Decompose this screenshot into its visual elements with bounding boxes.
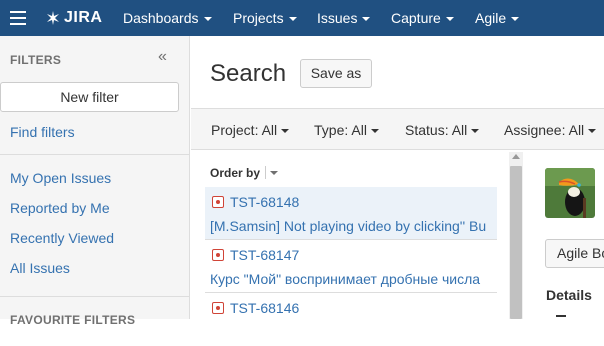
filters-sidebar: FILTERS « New filter Find filters My Ope… (0, 36, 190, 327)
details-bullet (556, 315, 566, 317)
filter-all-issues[interactable]: All Issues (10, 260, 70, 276)
app-switcher-menu-icon[interactable] (10, 11, 26, 25)
bug-type-icon (212, 196, 224, 208)
scroll-up-arrow-icon[interactable] (512, 154, 520, 159)
chevron-down-icon (370, 129, 379, 134)
type-filter-label: Type: (314, 122, 349, 138)
status-filter-dropdown[interactable]: Status: All (405, 122, 480, 138)
jira-logo-text: JIRA (64, 9, 103, 26)
order-by-divider (265, 166, 266, 179)
chevron-down-icon (511, 17, 520, 22)
bug-type-icon (212, 249, 224, 261)
top-nav-bar: JIRA Dashboards Projects Issues Capture … (0, 0, 604, 36)
scrollbar-thumb[interactable] (510, 166, 522, 319)
jira-logo[interactable]: JIRA (45, 8, 102, 28)
nav-agile-label: Agile (475, 10, 507, 26)
issue-list-scrollbar[interactable] (509, 152, 523, 319)
chevron-down-icon (471, 129, 480, 134)
page-title: Search (210, 60, 287, 87)
details-heading: Details (546, 287, 592, 303)
nav-issues-label: Issues (317, 10, 358, 26)
chevron-down-icon (588, 129, 597, 134)
chevron-down-icon (288, 17, 297, 22)
assignee-filter-dropdown[interactable]: Assignee: All (504, 122, 597, 138)
type-filter-value: All (351, 122, 367, 138)
issue-key: TST-68148 (230, 194, 300, 210)
issue-summary: [M.Samsin] Not playing video by clicking… (210, 218, 487, 234)
order-by-button[interactable]: Order by (210, 166, 260, 180)
nav-capture[interactable]: Capture (391, 0, 454, 36)
chevron-down-icon (445, 17, 454, 22)
sidebar-heading: FILTERS (10, 53, 62, 67)
assignee-filter-label: Assignee: (504, 122, 566, 138)
bug-type-icon (212, 302, 224, 314)
new-filter-button[interactable]: New filter (0, 82, 179, 112)
type-filter-dropdown[interactable]: Type: All (314, 122, 379, 138)
issue-list-item[interactable]: TST-68146 (205, 293, 497, 346)
filter-reported-by-me[interactable]: Reported by Me (10, 200, 110, 216)
project-filter-value: All (261, 122, 278, 138)
issue-key: TST-68146 (230, 300, 300, 316)
filter-my-open-issues[interactable]: My Open Issues (10, 170, 111, 186)
issue-list-item[interactable]: TST-68148 [M.Samsin] Not playing video b… (205, 187, 497, 240)
find-filters-link[interactable]: Find filters (10, 124, 75, 140)
agile-board-button[interactable]: Agile Bo (545, 239, 604, 268)
issue-key: TST-68147 (230, 247, 300, 263)
assignee-filter-value: All (568, 122, 585, 138)
nav-projects-label: Projects (233, 10, 284, 26)
toucan-avatar-icon (545, 168, 595, 218)
nav-dashboards-label: Dashboards (123, 10, 199, 26)
collapse-sidebar-icon[interactable]: « (158, 48, 167, 66)
issue-list-item[interactable]: TST-68147 Курс "Мой" воспринимает дробны… (205, 240, 497, 293)
status-filter-label: Status: (405, 122, 449, 138)
nav-dashboards[interactable]: Dashboards (123, 0, 212, 36)
sidebar-divider (0, 154, 189, 155)
nav-projects[interactable]: Projects (233, 0, 297, 36)
chevron-down-icon (281, 129, 290, 134)
status-filter-value: All (451, 122, 468, 138)
chevron-down-icon (203, 17, 212, 22)
favourite-filters-heading: FAVOURITE FILTERS (10, 313, 136, 327)
project-filter-label: Project: (211, 122, 259, 138)
nav-agile[interactable]: Agile (475, 0, 520, 36)
issue-summary: Курс "Мой" воспринимает дробные числа (210, 271, 481, 287)
nav-capture-label: Capture (391, 10, 441, 26)
project-avatar (545, 168, 595, 218)
project-filter-dropdown[interactable]: Project: All (211, 122, 290, 138)
save-as-button[interactable]: Save as (300, 59, 372, 88)
nav-issues[interactable]: Issues (317, 0, 371, 36)
sidebar-divider (0, 296, 189, 297)
filter-recently-viewed[interactable]: Recently Viewed (10, 230, 114, 246)
sort-options-chevron-icon[interactable] (270, 171, 278, 175)
jira-logo-icon (47, 11, 59, 25)
chevron-down-icon (362, 17, 371, 22)
